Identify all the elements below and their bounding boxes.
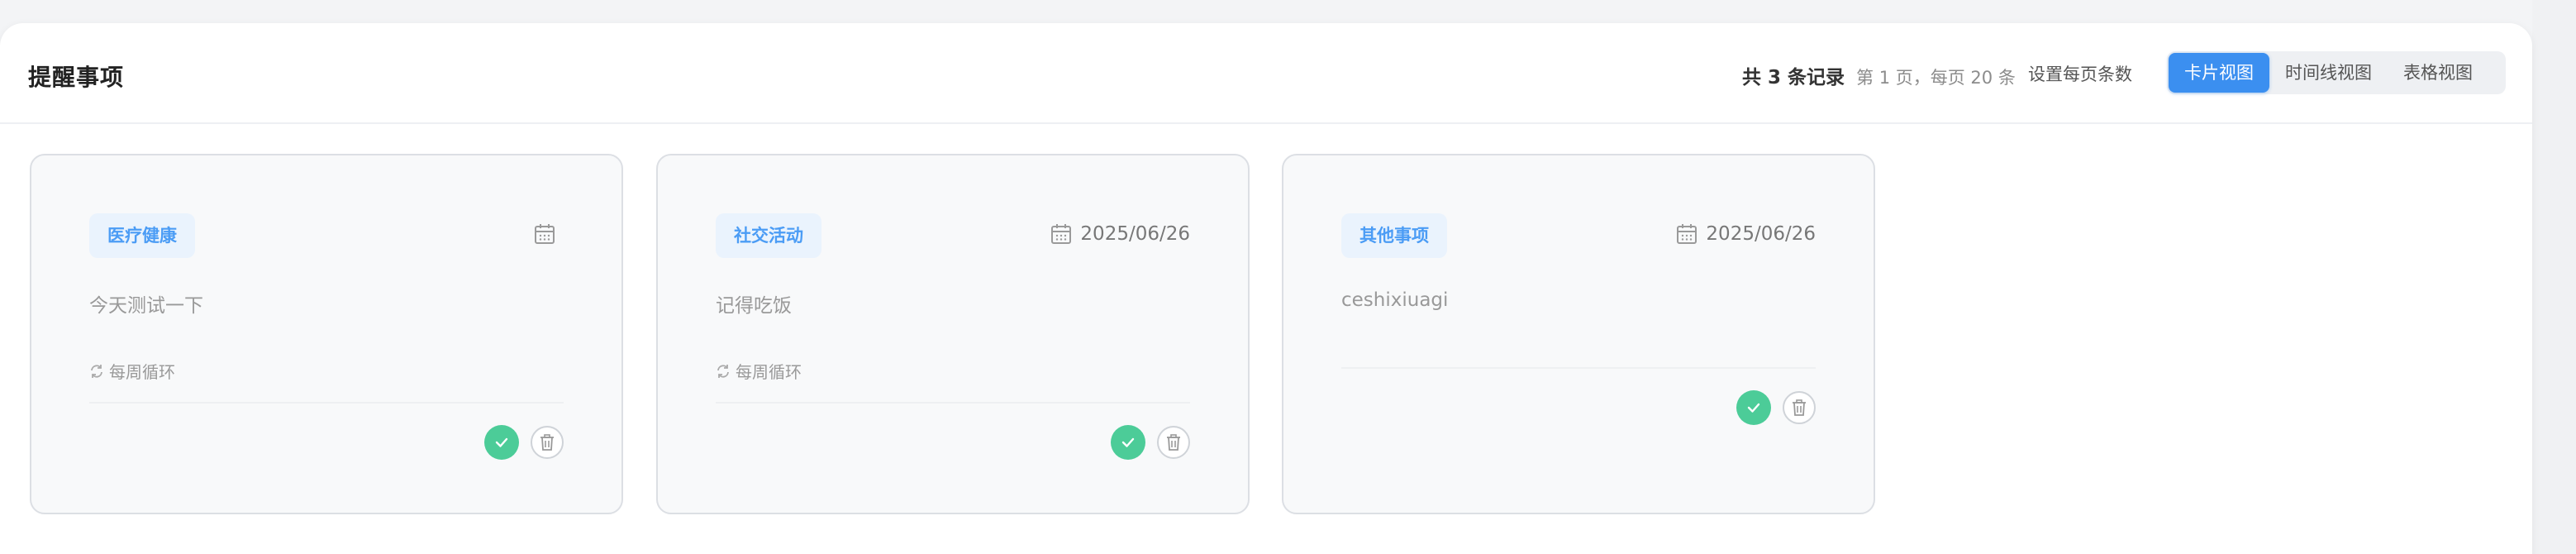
mark-done-button[interactable] (1111, 425, 1145, 460)
card-actions (1111, 425, 1190, 460)
reminder-date: 2025/06/26 (1676, 223, 1816, 245)
reminders-panel: 提醒事项 共 3 条记录 第 1 页，每页 20 条 设置每页条数 卡片视图 时… (0, 23, 2532, 554)
repeat-info: 每周循环 (89, 359, 175, 383)
check-icon (495, 437, 508, 447)
window-edge (2532, 0, 2576, 554)
reminder-card[interactable]: 其他事项 2025/06/26 ceshixiuagi (1282, 154, 1875, 514)
card-divider (1341, 367, 1816, 369)
repeat-info: 每周循环 (716, 359, 802, 383)
delete-button[interactable] (1157, 426, 1190, 459)
card-divider (716, 402, 1190, 404)
trash-icon (540, 434, 554, 451)
page: 提醒事项 共 3 条记录 第 1 页，每页 20 条 设置每页条数 卡片视图 时… (0, 0, 2576, 554)
repeat-icon (91, 364, 102, 378)
table-view-button[interactable]: 表格视图 (2388, 53, 2488, 93)
reminder-content: 记得吃饭 (716, 295, 792, 317)
reminder-card[interactable]: 社交活动 2025/06/26 记得吃饭 每周循环 (656, 154, 1250, 514)
repeat-text: 每周循环 (736, 362, 802, 382)
panel-header: 提醒事项 共 3 条记录 第 1 页，每页 20 条 设置每页条数 卡片视图 时… (0, 23, 2532, 124)
check-icon (1121, 437, 1135, 447)
check-icon (1747, 403, 1760, 413)
page-title: 提醒事项 (28, 64, 125, 91)
card-actions (1736, 390, 1816, 425)
card-view-button[interactable]: 卡片视图 (2169, 53, 2269, 93)
repeat-icon (717, 364, 729, 378)
card-actions (484, 425, 564, 460)
timeline-view-button[interactable]: 时间线视图 (2269, 53, 2388, 93)
record-stats: 共 3 条记录 第 1 页，每页 20 条 (1742, 61, 2016, 89)
page-info: 第 1 页，每页 20 条 (1856, 68, 2016, 88)
reminder-date: 2025/06/26 (1050, 223, 1190, 245)
trash-icon (1167, 434, 1180, 451)
category-tag: 其他事项 (1341, 213, 1447, 258)
reminder-date (534, 223, 564, 245)
mark-done-button[interactable] (484, 425, 519, 460)
card-divider (89, 402, 564, 404)
reminder-content: ceshixiuagi (1341, 289, 1449, 311)
date-text: 2025/06/26 (1080, 223, 1190, 245)
repeat-text: 每周循环 (109, 362, 175, 382)
reminder-card[interactable]: 医疗健康 今天测试一下 每周循环 (30, 154, 623, 514)
mark-done-button[interactable] (1736, 390, 1771, 425)
delete-button[interactable] (531, 426, 564, 459)
set-page-size-button[interactable]: 设置每页条数 (2028, 61, 2132, 86)
calendar-icon (1677, 224, 1697, 244)
record-count: 共 3 条记录 (1742, 67, 1845, 88)
date-text: 2025/06/26 (1706, 223, 1816, 245)
trash-icon (1793, 399, 1806, 416)
calendar-icon (1051, 224, 1072, 244)
view-switcher: 卡片视图 时间线视图 表格视图 (2167, 51, 2506, 94)
delete-button[interactable] (1783, 391, 1816, 424)
category-tag: 医疗健康 (89, 213, 195, 258)
category-tag: 社交活动 (716, 213, 821, 258)
reminder-content: 今天测试一下 (89, 295, 203, 317)
calendar-icon (535, 224, 555, 244)
